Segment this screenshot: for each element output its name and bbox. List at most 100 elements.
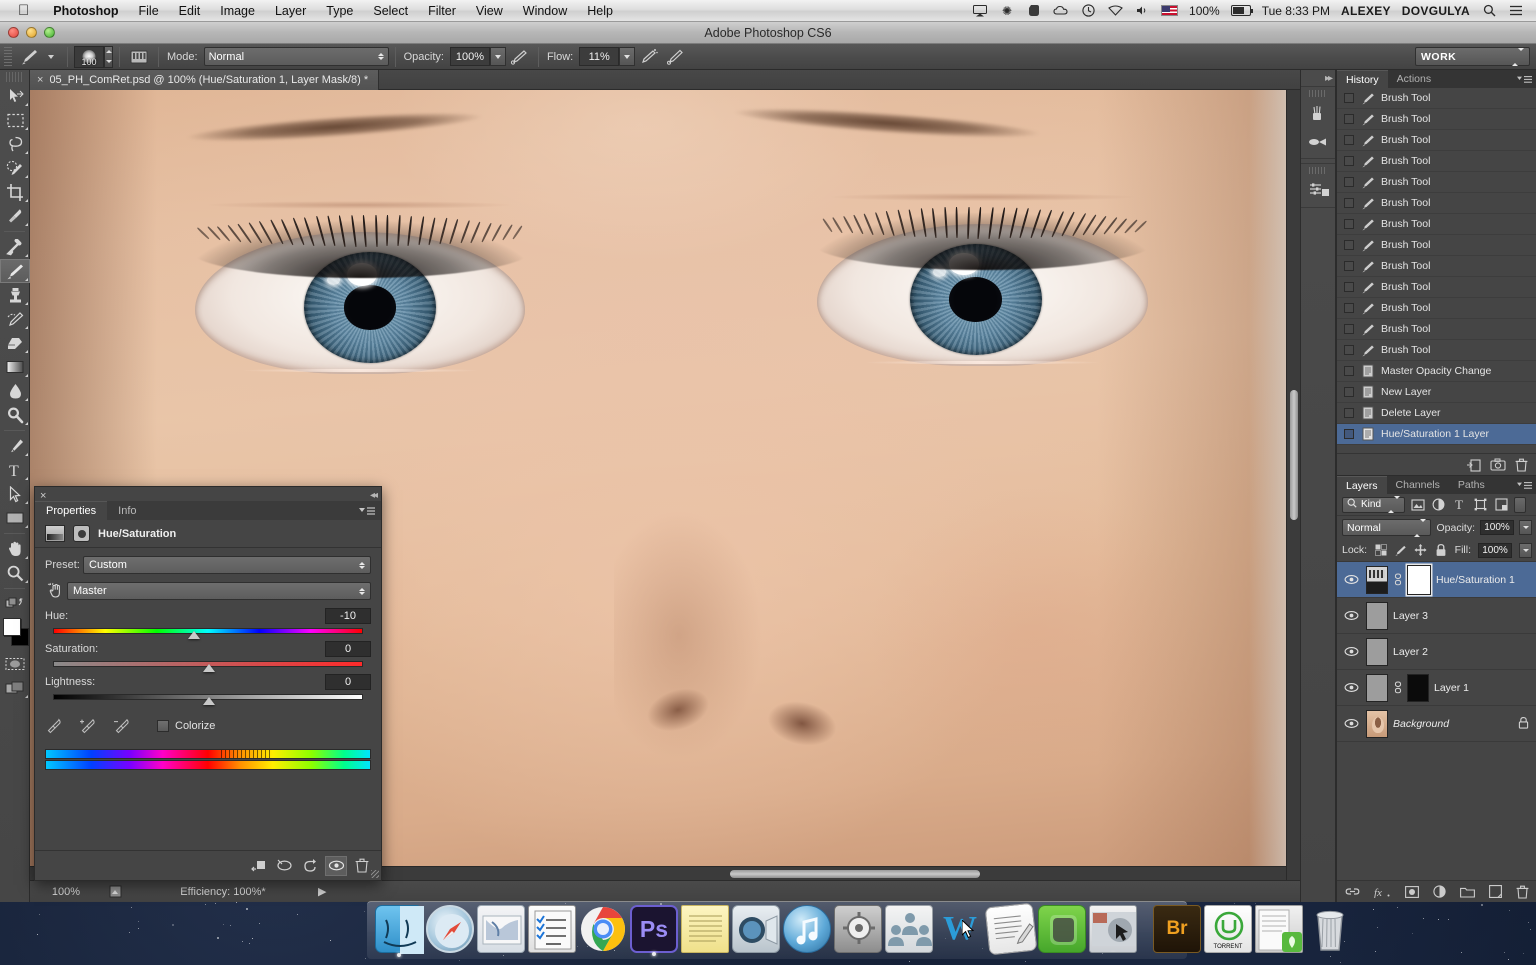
menu-edit[interactable]: Edit <box>169 0 211 22</box>
brush-size-preview[interactable]: 100 <box>74 46 104 68</box>
tab-layers[interactable]: Layers <box>1337 476 1387 494</box>
layer-opacity-input[interactable]: 100% <box>1480 520 1514 535</box>
history-state-row[interactable]: Brush Tool <box>1337 340 1536 361</box>
eyedropper-subtract-icon[interactable] <box>113 717 131 735</box>
colorize-checkbox[interactable] <box>157 720 169 732</box>
targeted-adjustment-hand-icon[interactable] <box>45 581 67 601</box>
history-state-row[interactable]: Master Opacity Change <box>1337 361 1536 382</box>
tab-history[interactable]: History <box>1337 70 1388 88</box>
filter-toggle-icon[interactable] <box>1514 497 1526 513</box>
dock-item-documents-stack[interactable] <box>1255 905 1303 953</box>
flow-dropdown-button[interactable] <box>619 47 635 66</box>
history-state-row[interactable]: Brush Tool <box>1337 130 1536 151</box>
dodge-tool[interactable] <box>0 403 30 427</box>
history-state-row[interactable]: New Layer <box>1337 382 1536 403</box>
spotlight-search-icon[interactable] <box>1481 4 1497 18</box>
color-swatches[interactable] <box>0 616 30 652</box>
close-icon[interactable]: × <box>37 74 43 86</box>
menu-filter[interactable]: Filter <box>418 0 466 22</box>
window-controls[interactable] <box>8 27 55 38</box>
notification-center-icon[interactable] <box>1508 4 1524 18</box>
zoom-window-button[interactable] <box>44 27 55 38</box>
new-snapshot-icon[interactable] <box>1490 458 1506 471</box>
link-mask-icon[interactable] <box>1393 681 1402 694</box>
rail-grip[interactable] <box>1309 167 1327 174</box>
link-mask-icon[interactable] <box>1393 573 1402 586</box>
layer-opacity-dropdown-button[interactable] <box>1519 520 1532 535</box>
reset-icon[interactable] <box>299 856 321 876</box>
apple-menu-icon[interactable]:  <box>18 3 29 18</box>
dock-item-word[interactable]: W <box>936 905 984 953</box>
layer-thumbnail[interactable] <box>1366 566 1388 594</box>
cloud-icon[interactable] <box>1053 4 1069 18</box>
dock-item-photoshop[interactable]: Ps <box>630 905 678 953</box>
hue-slider-knob[interactable] <box>188 631 200 639</box>
lightness-value-input[interactable]: 0 <box>325 674 371 690</box>
panel-menu-icon[interactable] <box>1517 70 1536 88</box>
history-snapshot-checkbox[interactable] <box>1344 135 1354 145</box>
pen-tool[interactable] <box>0 434 30 458</box>
eyedropper-tool[interactable] <box>0 204 30 228</box>
filter-shape-icon[interactable] <box>1472 497 1489 513</box>
lock-all-icon[interactable] <box>1434 543 1447 557</box>
filter-smart-object-icon[interactable] <box>1493 497 1510 513</box>
history-snapshot-checkbox[interactable] <box>1344 282 1354 292</box>
lock-image-pixels-icon[interactable] <box>1394 543 1407 557</box>
history-snapshot-checkbox[interactable] <box>1344 324 1354 334</box>
pressure-size-icon[interactable] <box>661 46 687 68</box>
status-bar-menu-arrow-icon[interactable]: ▶ <box>318 885 326 898</box>
clone-source-icon[interactable] <box>1301 128 1337 156</box>
history-state-row[interactable]: Brush Tool <box>1337 88 1536 109</box>
dock-item-mail[interactable] <box>477 905 525 953</box>
brush-icon[interactable] <box>17 47 41 67</box>
close-window-button[interactable] <box>8 27 19 38</box>
delete-state-icon[interactable] <box>1515 458 1528 472</box>
zoom-level-input[interactable]: 100% <box>30 886 102 898</box>
dock-item-screenshot-preview[interactable] <box>1089 905 1137 953</box>
history-state-row[interactable]: Brush Tool <box>1337 277 1536 298</box>
toggle-brush-panel-icon[interactable] <box>126 46 152 68</box>
new-document-from-state-icon[interactable] <box>1466 458 1481 472</box>
new-adjustment-layer-icon[interactable] <box>1433 885 1446 898</box>
opacity-input[interactable]: 100% <box>450 47 490 66</box>
layer-name[interactable]: Background <box>1393 718 1449 730</box>
brush-size-stepper[interactable] <box>104 46 113 68</box>
layer-filter-kind-select[interactable]: Kind <box>1342 497 1405 513</box>
history-state-row[interactable]: Brush Tool <box>1337 172 1536 193</box>
history-snapshot-checkbox[interactable] <box>1344 408 1354 418</box>
dock-item-trash[interactable] <box>1306 905 1354 953</box>
quick-selection-tool[interactable] <box>0 156 30 180</box>
history-snapshot-checkbox[interactable] <box>1344 240 1354 250</box>
layer-mask-thumbnail[interactable] <box>1407 674 1429 702</box>
history-state-row[interactable]: Brush Tool <box>1337 319 1536 340</box>
marquee-tool[interactable] <box>0 108 30 132</box>
foreground-color-swatch[interactable] <box>3 618 21 636</box>
minimize-window-button[interactable] <box>26 27 37 38</box>
lightness-slider-track[interactable] <box>45 693 371 701</box>
blend-mode-select[interactable]: Normal <box>204 47 389 66</box>
layer-thumbnail[interactable] <box>1366 638 1388 666</box>
brush-tool[interactable] <box>0 259 30 283</box>
canvas-vertical-scrollbar[interactable] <box>1286 90 1300 880</box>
edit-toolbar-icon[interactable] <box>0 592 30 616</box>
new-group-icon[interactable] <box>1460 886 1475 898</box>
layer-row[interactable]: Layer 3 <box>1337 598 1536 634</box>
history-state-row[interactable]: Brush Tool <box>1337 109 1536 130</box>
dock-item-system-preferences[interactable] <box>834 905 882 953</box>
panel-resize-handle[interactable] <box>371 870 379 878</box>
options-bar-grip[interactable] <box>4 47 12 67</box>
clone-stamp-tool[interactable] <box>0 283 30 307</box>
panel-menu-icon[interactable] <box>359 501 381 520</box>
brushes-icon[interactable] <box>1301 100 1337 128</box>
history-snapshot-checkbox[interactable] <box>1344 429 1354 439</box>
eyedropper-add-icon[interactable] <box>79 717 97 735</box>
airbrush-icon[interactable] <box>635 46 661 68</box>
menu-layer[interactable]: Layer <box>265 0 316 22</box>
layer-name[interactable]: Layer 1 <box>1434 682 1469 694</box>
wifi-icon[interactable] <box>1107 4 1123 18</box>
history-state-row[interactable]: Brush Tool <box>1337 214 1536 235</box>
saturation-value-input[interactable]: 0 <box>325 641 371 657</box>
layer-visibility-icon[interactable] <box>1341 646 1361 657</box>
view-previous-state-icon[interactable] <box>273 856 295 876</box>
layer-visibility-icon[interactable] <box>1341 574 1361 585</box>
